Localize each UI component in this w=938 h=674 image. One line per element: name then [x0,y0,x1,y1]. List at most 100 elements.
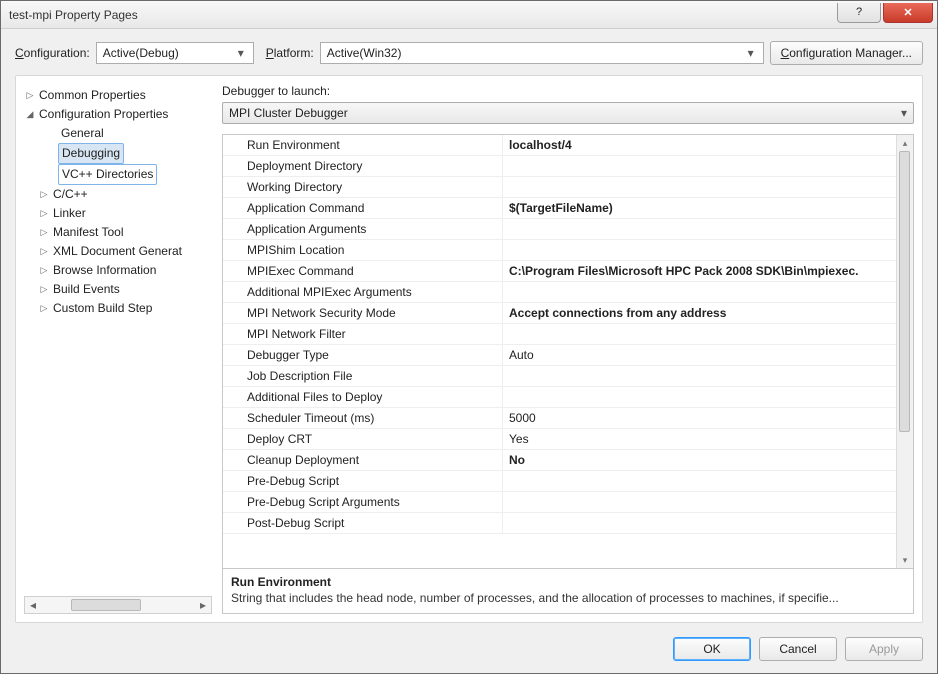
ok-button[interactable]: OK [673,637,751,661]
platform-value: Active(Win32) [327,46,402,60]
expand-icon[interactable]: ▷ [24,86,36,105]
scroll-thumb[interactable] [71,599,141,611]
bottom-buttons: OK Cancel Apply [15,633,923,661]
property-row[interactable]: MPI Network Filter [223,324,896,345]
dialog-body: Configuration: Active(Debug) ▾ Platform:… [1,29,937,673]
tree-node-custom[interactable]: ▷Custom Build Step [24,299,212,318]
expand-icon[interactable]: ▷ [38,280,50,299]
title-bar: test-mpi Property Pages ? ✕ [1,1,937,29]
apply-button[interactable]: Apply [845,637,923,661]
property-value[interactable] [503,492,896,512]
property-row[interactable]: MPIExec CommandC:\Program Files\Microsof… [223,261,896,282]
right-panel: Debugger to launch: MPI Cluster Debugger… [222,84,914,614]
debugger-launch-label: Debugger to launch: [222,84,914,98]
property-tree[interactable]: ▷Common Properties ◢Configuration Proper… [24,84,212,592]
property-name: Deploy CRT [223,429,503,449]
property-value[interactable] [503,177,896,197]
property-row[interactable]: Debugger TypeAuto [223,345,896,366]
tree-node-general[interactable]: General [24,124,212,143]
scroll-thumb[interactable] [899,151,910,432]
property-value[interactable]: 5000 [503,408,896,428]
property-value[interactable]: $(TargetFileName) [503,198,896,218]
property-row[interactable]: Deploy CRTYes [223,429,896,450]
property-name: Application Arguments [223,219,503,239]
expand-icon[interactable]: ▷ [38,185,50,204]
expand-icon[interactable]: ▷ [38,299,50,318]
tree-node-manifest[interactable]: ▷Manifest Tool [24,223,212,242]
tree-node-debugging[interactable]: Debugging [24,143,212,164]
expand-icon[interactable]: ▷ [38,242,50,261]
collapse-icon[interactable]: ◢ [24,105,36,124]
description-box: Run Environment String that includes the… [222,569,914,614]
help-button[interactable]: ? [837,3,881,23]
property-value[interactable] [503,366,896,386]
property-grid[interactable]: Run Environmentlocalhost/4Deployment Dir… [223,135,896,568]
property-value[interactable] [503,324,896,344]
tree-horizontal-scrollbar[interactable]: ◂ ▸ [24,596,212,614]
configuration-label: Configuration: [15,46,90,60]
property-row[interactable]: Additional Files to Deploy [223,387,896,408]
scroll-right-icon[interactable]: ▸ [195,598,211,612]
tree-node-xml[interactable]: ▷XML Document Generat [24,242,212,261]
property-row[interactable]: Additional MPIExec Arguments [223,282,896,303]
scroll-left-icon[interactable]: ◂ [25,598,41,612]
cancel-button[interactable]: Cancel [759,637,837,661]
property-row[interactable]: MPI Network Security ModeAccept connecti… [223,303,896,324]
property-row[interactable]: Post-Debug Script [223,513,896,534]
main-split: ▷Common Properties ◢Configuration Proper… [15,75,923,623]
property-row[interactable]: Working Directory [223,177,896,198]
property-grid-wrap: Run Environmentlocalhost/4Deployment Dir… [222,134,914,569]
property-name: MPI Network Filter [223,324,503,344]
grid-vertical-scrollbar[interactable]: ▴ ▾ [896,135,913,568]
platform-combo[interactable]: Active(Win32) ▾ [320,42,764,64]
expand-icon[interactable]: ▷ [38,261,50,280]
scroll-track[interactable] [897,151,913,552]
property-row[interactable]: Run Environmentlocalhost/4 [223,135,896,156]
tree-node-vc-directories[interactable]: VC++ Directories [24,164,212,185]
property-row[interactable]: Scheduler Timeout (ms)5000 [223,408,896,429]
property-value[interactable] [503,156,896,176]
tree-node-ccpp[interactable]: ▷C/C++ [24,185,212,204]
tree-node-build[interactable]: ▷Build Events [24,280,212,299]
property-value[interactable]: Accept connections from any address [503,303,896,323]
property-value[interactable] [503,282,896,302]
property-name: Deployment Directory [223,156,503,176]
property-value[interactable]: No [503,450,896,470]
tree-node-browse[interactable]: ▷Browse Information [24,261,212,280]
property-value[interactable] [503,471,896,491]
property-row[interactable]: Cleanup DeploymentNo [223,450,896,471]
property-row[interactable]: MPIShim Location [223,240,896,261]
property-name: MPIShim Location [223,240,503,260]
property-row[interactable]: Application Arguments [223,219,896,240]
tree-node-common[interactable]: ▷Common Properties [24,86,212,105]
scroll-down-icon[interactable]: ▾ [897,552,913,568]
property-name: Pre-Debug Script [223,471,503,491]
configuration-combo[interactable]: Active(Debug) ▾ [96,42,254,64]
property-value[interactable] [503,240,896,260]
scroll-track[interactable] [41,597,195,613]
property-row[interactable]: Job Description File [223,366,896,387]
property-row[interactable]: Pre-Debug Script Arguments [223,492,896,513]
scroll-up-icon[interactable]: ▴ [897,135,913,151]
expand-icon[interactable]: ▷ [38,204,50,223]
property-value[interactable]: localhost/4 [503,135,896,155]
debugger-launch-combo[interactable]: MPI Cluster Debugger ▾ [222,102,914,124]
property-value[interactable] [503,387,896,407]
property-value[interactable]: C:\Program Files\Microsoft HPC Pack 2008… [503,261,896,281]
close-button[interactable]: ✕ [883,3,933,23]
tree-node-linker[interactable]: ▷Linker [24,204,212,223]
property-value[interactable] [503,513,896,533]
configuration-manager-button[interactable]: Configuration Manager... [770,41,923,65]
property-row[interactable]: Pre-Debug Script [223,471,896,492]
property-value[interactable]: Yes [503,429,896,449]
expand-icon[interactable]: ▷ [38,223,50,242]
property-value[interactable]: Auto [503,345,896,365]
platform-label: Platform: [266,46,314,60]
tree-node-config-properties[interactable]: ◢Configuration Properties [24,105,212,124]
tree-panel: ▷Common Properties ◢Configuration Proper… [24,84,212,614]
property-row[interactable]: Deployment Directory [223,156,896,177]
property-row[interactable]: Application Command$(TargetFileName) [223,198,896,219]
chevron-down-icon: ▾ [743,46,759,60]
chevron-down-icon: ▾ [233,46,249,60]
property-value[interactable] [503,219,896,239]
